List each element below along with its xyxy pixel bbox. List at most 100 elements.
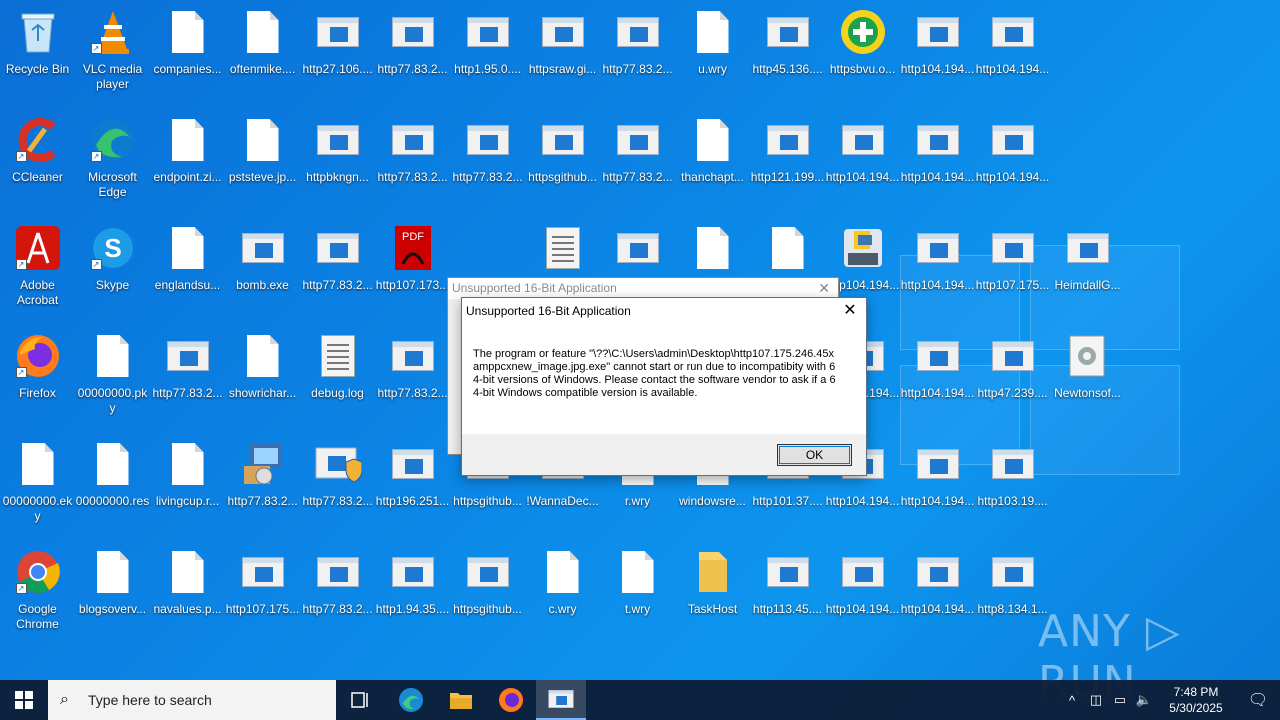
exe-icon	[389, 548, 437, 596]
desktop-icon[interactable]: http1.95.0....	[450, 4, 525, 112]
desktop-icon[interactable]: Newtonsof...	[1050, 328, 1125, 436]
desktop-icon[interactable]: pststeve.jp...	[225, 112, 300, 220]
desktop-icon[interactable]: http103.19....	[975, 436, 1050, 544]
desktop-icon[interactable]: http104.194...	[900, 220, 975, 328]
desktop-icon[interactable]: httpsgithub...	[525, 112, 600, 220]
desktop-icon[interactable]: http77.83.2...	[150, 328, 225, 436]
desktop-icon[interactable]: ↗ Microsoft Edge	[75, 112, 150, 220]
chevron-up-icon[interactable]: ^	[1060, 693, 1084, 708]
desktop-icon[interactable]: blogsoverv...	[75, 544, 150, 652]
desktop-icon[interactable]: http104.194...	[825, 544, 900, 652]
desktop-icon[interactable]: http77.83.2...	[300, 220, 375, 328]
desktop-icon[interactable]: ↗ VLC media player	[75, 4, 150, 112]
desktop-icon[interactable]: ↗ CCleaner	[0, 112, 75, 220]
desktop-icon[interactable]: PDF http107.173...	[375, 220, 450, 328]
taskbar-firefox-button[interactable]	[486, 680, 536, 720]
desktop-icon[interactable]: ↗ Adobe Acrobat	[0, 220, 75, 328]
desktop-icon[interactable]: c.wry	[525, 544, 600, 652]
task-view-button[interactable]	[336, 680, 386, 720]
desktop-icon[interactable]: httpsraw.gi...	[525, 4, 600, 112]
desktop-icon[interactable]: http45.136....	[750, 4, 825, 112]
meet-now-icon[interactable]: ◫	[1084, 692, 1108, 708]
desktop-icon[interactable]: http104.194...	[900, 4, 975, 112]
desktop-icon[interactable]: http77.83.2...	[375, 328, 450, 436]
desktop-icon-label: http103.19....	[977, 494, 1048, 508]
taskbar-edge-button[interactable]	[386, 680, 436, 720]
desktop-icon[interactable]: 00000000.pky	[75, 328, 150, 436]
desktop-icon[interactable]: http104.194...	[900, 544, 975, 652]
desktop-icon[interactable]: http77.83.2...	[600, 4, 675, 112]
desktop-icon-label: http104.194...	[900, 494, 975, 508]
desktop-icon[interactable]: 00000000.eky	[0, 436, 75, 544]
desktop-icon-label: TaskHost	[687, 602, 738, 616]
desktop-icon[interactable]: u.wry	[675, 4, 750, 112]
desktop-icon[interactable]: http77.83.2...	[375, 4, 450, 112]
exe-icon	[614, 224, 662, 272]
taskbar-search-box[interactable]: ⌕ Type here to search	[48, 680, 336, 720]
desktop-icon[interactable]: navalues.p...	[150, 544, 225, 652]
desktop-icon[interactable]: http107.175...	[225, 544, 300, 652]
desktop-icon[interactable]: thanchapt...	[675, 112, 750, 220]
network-icon[interactable]: ▭	[1108, 692, 1132, 708]
desktop-icon[interactable]: debug.log	[300, 328, 375, 436]
desktop-icon[interactable]: livingcup.r...	[150, 436, 225, 544]
desktop-icon[interactable]: http77.83.2...	[225, 436, 300, 544]
exe-icon	[839, 548, 887, 596]
desktop-icon[interactable]: companies...	[150, 4, 225, 112]
desktop-icon[interactable]: showrichar...	[225, 328, 300, 436]
close-icon[interactable]: ✕	[840, 298, 860, 324]
desktop-icon[interactable]: t.wry	[600, 544, 675, 652]
file-icon	[239, 8, 287, 56]
desktop-icon[interactable]: ↗ Firefox	[0, 328, 75, 436]
desktop-icon[interactable]: bomb.exe	[225, 220, 300, 328]
desktop-icon[interactable]: http104.194...	[975, 112, 1050, 220]
taskbar-explorer-button[interactable]	[436, 680, 486, 720]
desktop-icon[interactable]: http77.83.2...	[300, 436, 375, 544]
desktop-icon[interactable]: http27.106....	[300, 4, 375, 112]
desktop-icon-label: http77.83.2...	[152, 386, 223, 400]
desktop-icon[interactable]: http104.194...	[825, 112, 900, 220]
desktop-icon[interactable]: http121.199...	[750, 112, 825, 220]
desktop-icon[interactable]: http104.194...	[900, 112, 975, 220]
volume-icon[interactable]: 🔈	[1132, 692, 1156, 708]
desktop-icon[interactable]: 00000000.res	[75, 436, 150, 544]
desktop-icon[interactable]: englandsu...	[150, 220, 225, 328]
clock[interactable]: 7:48 PM 5/30/2025	[1156, 684, 1236, 716]
exe-icon	[464, 116, 512, 164]
file-icon	[164, 440, 212, 488]
notification-icon[interactable]: 🗨	[1236, 690, 1280, 710]
exe-icon	[389, 116, 437, 164]
application-window-icon	[548, 690, 574, 708]
desktop-icon[interactable]: http47.239....	[975, 328, 1050, 436]
desktop-icon[interactable]: ↗ Google Chrome	[0, 544, 75, 652]
desktop-icon[interactable]: http77.83.2...	[600, 112, 675, 220]
taskbar-app-button-active[interactable]	[536, 680, 586, 720]
desktop-icon[interactable]: http1.94.35....	[375, 544, 450, 652]
desktop-icon[interactable]: http77.83.2...	[450, 112, 525, 220]
desktop-icon[interactable]: TaskHost	[675, 544, 750, 652]
desktop-icon[interactable]: http107.175...	[975, 220, 1050, 328]
desktop-icon[interactable]: http104.194...	[900, 328, 975, 436]
desktop-icon[interactable]: oftenmike....	[225, 4, 300, 112]
desktop-icon[interactable]: http104.194...	[900, 436, 975, 544]
desktop-icon-label: c.wry	[548, 602, 577, 616]
close-icon[interactable]: ✕	[818, 278, 830, 299]
desktop-icon[interactable]: httpbkngn...	[300, 112, 375, 220]
desktop-icon[interactable]: http104.194...	[975, 4, 1050, 112]
desktop-icon[interactable]: Recycle Bin	[0, 4, 75, 112]
folder-icon	[450, 693, 472, 709]
exe-icon	[989, 548, 1037, 596]
desktop-icon-label: http77.83.2...	[452, 170, 523, 184]
desktop-icon[interactable]: endpoint.zi...	[150, 112, 225, 220]
exe-icon	[989, 440, 1037, 488]
desktop-icon[interactable]: httpsgithub...	[450, 544, 525, 652]
desktop-icon[interactable]: HeimdallG...	[1050, 220, 1125, 328]
desktop-icon[interactable]: http77.83.2...	[375, 112, 450, 220]
desktop-icon[interactable]: http113.45....	[750, 544, 825, 652]
desktop-icon[interactable]: http77.83.2...	[300, 544, 375, 652]
desktop-icon[interactable]: S ↗ Skype	[75, 220, 150, 328]
start-button[interactable]	[0, 680, 48, 720]
desktop-icon[interactable]: http196.251...	[375, 436, 450, 544]
ok-button[interactable]: OK	[777, 444, 852, 466]
desktop-icon[interactable]: httpsbvu.o...	[825, 4, 900, 112]
